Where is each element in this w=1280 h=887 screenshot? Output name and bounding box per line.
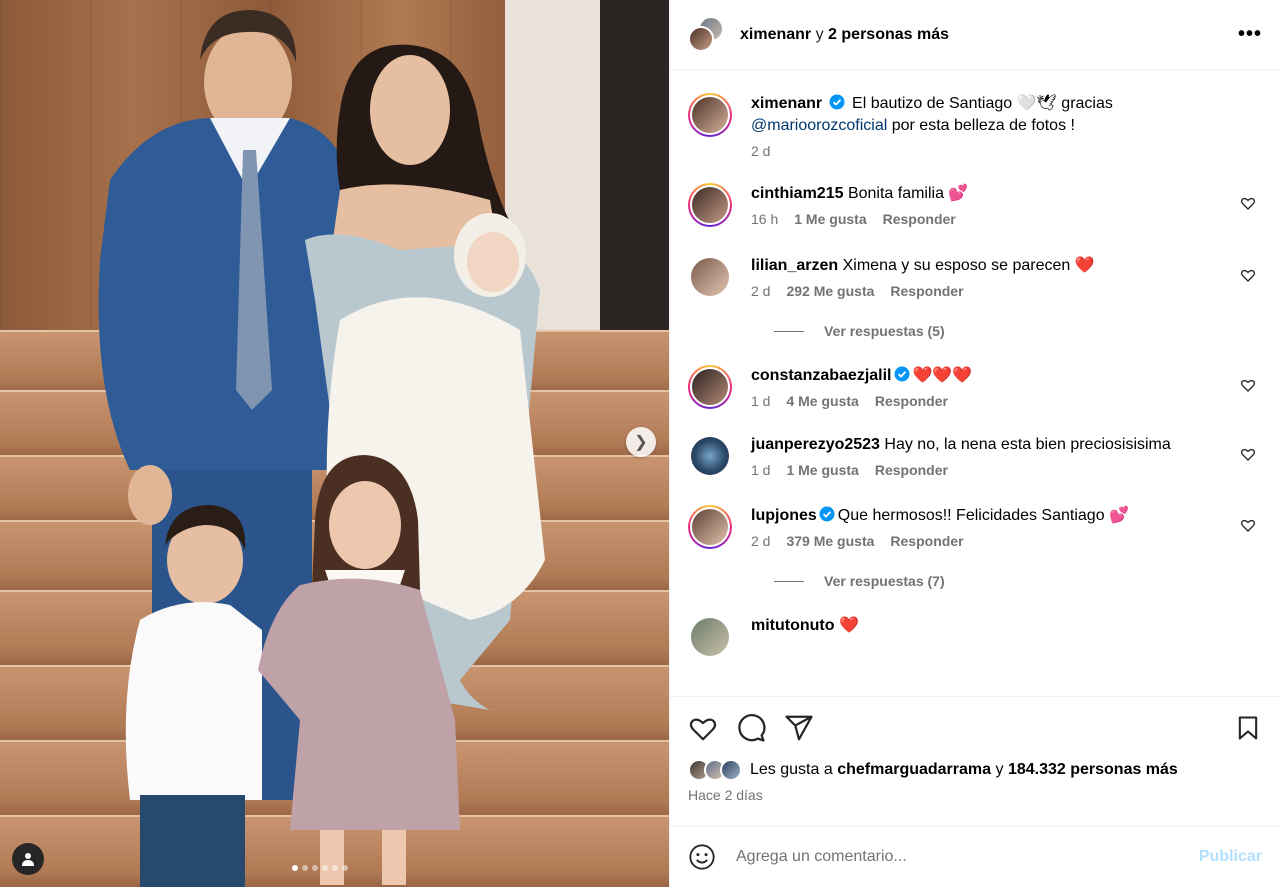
liker-avatars (688, 759, 742, 781)
post-details-panel: ximenanr y 2 personas más ••• ximenanr E… (669, 0, 1280, 887)
comment-text: Bonita familia 💕 (847, 185, 969, 202)
avatar[interactable] (691, 258, 729, 296)
chevron-right-icon: ❯ (634, 434, 648, 451)
like-comment-heart-icon[interactable] (1240, 446, 1256, 462)
avatar[interactable] (688, 505, 732, 549)
likes-prefix: Les gusta a (750, 761, 833, 778)
caption-text: El bautizo de Santiago 🤍🕊 gracias (852, 95, 1113, 112)
likes-summary[interactable]: Les gusta a chefmarguadarrama y 184.332 … (688, 759, 1262, 781)
like-comment-heart-icon[interactable] (1240, 377, 1256, 393)
comment-text: Hay no, la nena esta bien preciosisisima (884, 436, 1171, 453)
comment-likes[interactable]: 1 Me gusta (794, 211, 866, 227)
verified-badge-icon (894, 366, 909, 382)
verified-badge-icon (819, 506, 835, 522)
comment-composer: Publicar (670, 826, 1280, 887)
post-photo[interactable]: ❯ (0, 0, 669, 887)
caption: ximenanr El bautizo de Santiago 🤍🕊 graci… (688, 93, 1262, 159)
tagged-users-button[interactable] (12, 843, 44, 875)
more-options-icon[interactable]: ••• (1238, 23, 1262, 46)
comment-time[interactable]: 2 d (751, 283, 770, 299)
next-photo-button[interactable]: ❯ (626, 427, 656, 457)
comment-username[interactable]: lupjones (751, 507, 817, 524)
comment-item: mitutonuto ❤️ (688, 615, 1262, 656)
collab-avatars[interactable] (688, 15, 726, 54)
share-icon[interactable] (784, 713, 814, 743)
author-connector: y (815, 25, 824, 43)
caption-time[interactable]: 2 d (751, 143, 770, 159)
like-comment-heart-icon[interactable] (1240, 267, 1256, 283)
avatar[interactable] (691, 437, 729, 475)
family-figures (98, 10, 545, 887)
comment-item: cinthiam215 Bonita familia 💕 16 h 1 Me g… (688, 183, 1262, 227)
comment-bubble-icon[interactable] (736, 713, 766, 743)
comment-input[interactable] (736, 848, 1199, 866)
carousel-dot (332, 865, 338, 871)
emoji-icon[interactable] (688, 843, 716, 871)
comment-username[interactable]: lilian_arzen (751, 257, 838, 274)
user-icon (22, 853, 34, 866)
comment-item: lupjones Que hermosos!! Felicidades Santi… (688, 505, 1262, 549)
publish-button[interactable]: Publicar (1199, 848, 1262, 866)
comment-time[interactable]: 1 d (751, 462, 770, 478)
comment-time[interactable]: 2 d (751, 533, 770, 549)
comment-item: juanperezyo2523 Hay no, la nena esta bie… (688, 434, 1262, 478)
avatar[interactable] (688, 93, 732, 137)
post-timestamp[interactable]: Hace 2 días (688, 787, 1262, 803)
avatar[interactable] (688, 365, 732, 409)
carousel-indicator (292, 865, 348, 871)
likes-count[interactable]: 184.332 personas más (1008, 761, 1178, 779)
caption-text-end: por esta belleza de fotos ! (891, 117, 1075, 134)
carousel-dot (342, 865, 348, 871)
view-replies-button[interactable]: Ver respuestas (5) (774, 323, 1262, 339)
comment-text: Ximena y su esposo se parecen ❤️ (842, 257, 1095, 274)
bookmark-icon[interactable] (1234, 714, 1262, 742)
comment-likes[interactable]: 4 Me gusta (786, 393, 858, 409)
caption-username[interactable]: ximenanr (751, 95, 822, 112)
carousel-dot (312, 865, 318, 871)
verified-badge-icon (829, 94, 845, 110)
comment-item: lilian_arzen Ximena y su esposo se parec… (688, 255, 1262, 299)
comment-time[interactable]: 1 d (751, 393, 770, 409)
comment-username[interactable]: mitutonuto (751, 617, 835, 634)
liker-username[interactable]: chefmarguadarrama (837, 761, 991, 779)
comment-text: ❤️❤️❤️ (912, 367, 973, 384)
caption-mention[interactable]: @mariooroz­coficial (751, 117, 887, 134)
comment-username[interactable]: juanperezyo2523 (751, 436, 880, 453)
reply-button[interactable]: Responder (883, 211, 956, 227)
carousel-dot (292, 865, 298, 871)
post-authors[interactable]: ximenanr y 2 personas más (740, 26, 949, 44)
comments-list[interactable]: ximenanr El bautizo de Santiago 🤍🕊 graci… (670, 70, 1280, 696)
avatar[interactable] (691, 618, 729, 656)
comment-username[interactable]: cinthiam215 (751, 185, 843, 202)
comment-username[interactable]: constanzabaezjalil (751, 367, 892, 384)
comment-text: Que hermosos!! Felicidades Santiago 💕 (837, 507, 1129, 524)
collaborators-link[interactable]: 2 personas más (828, 26, 949, 43)
view-replies-button[interactable]: Ver respuestas (7) (774, 573, 1262, 589)
like-heart-icon[interactable] (688, 713, 718, 743)
comment-likes[interactable]: 292 Me gusta (786, 283, 874, 299)
author-username[interactable]: ximenanr (740, 26, 811, 43)
comment-item: constanzabaezjalil ❤️❤️❤️ 1 d 4 Me gusta … (688, 365, 1262, 409)
reply-button[interactable]: Responder (890, 283, 963, 299)
boy-figure (125, 505, 262, 887)
comment-time[interactable]: 16 h (751, 211, 778, 227)
comment-likes[interactable]: 1 Me gusta (786, 462, 858, 478)
avatar (688, 25, 714, 52)
like-comment-heart-icon[interactable] (1240, 195, 1256, 211)
comment-text: ❤️ (838, 617, 859, 634)
likes-connector: y (995, 761, 1004, 778)
avatar[interactable] (688, 183, 732, 227)
reply-button[interactable]: Responder (875, 393, 948, 409)
carousel-dot (322, 865, 328, 871)
reply-button[interactable]: Responder (875, 462, 948, 478)
post-actions: Les gusta a chefmarguadarrama y 184.332 … (670, 696, 1280, 826)
comment-likes[interactable]: 379 Me gusta (786, 533, 874, 549)
like-comment-heart-icon[interactable] (1240, 517, 1256, 533)
post-header: ximenanr y 2 personas más ••• (670, 0, 1280, 70)
carousel-dot (302, 865, 308, 871)
reply-button[interactable]: Responder (890, 533, 963, 549)
